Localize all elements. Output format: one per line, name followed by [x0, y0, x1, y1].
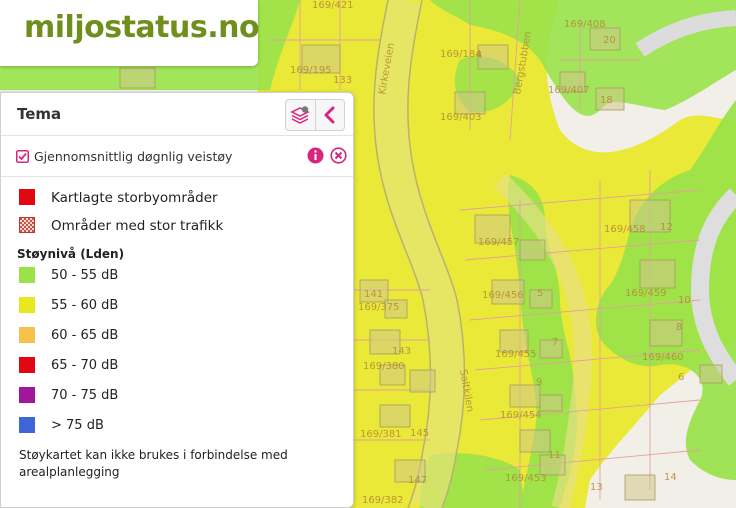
address-label: 5: [537, 288, 543, 299]
address-label: 169/457: [478, 237, 520, 248]
legend-label: Områder med stor trafikk: [51, 218, 224, 234]
address-label: 169/453: [505, 473, 547, 484]
active-layer-row: Gjennomsnittlig døgnlig veistøy: [1, 136, 353, 177]
address-label: 169/455: [495, 349, 537, 360]
address-label: 169/382: [362, 495, 404, 506]
logo-box[interactable]: miljostatus.no: [0, 0, 260, 66]
address-label: 14: [664, 472, 677, 483]
address-label: 12: [660, 222, 673, 233]
panel-header: Tema: [1, 93, 353, 136]
legend-label: 50 - 55 dB: [51, 268, 119, 283]
theme-panel: Tema Gjennomsnittlig døgnlig veistøy Kar…: [0, 92, 354, 508]
address-label: 9: [536, 377, 542, 388]
address-label: 169/459: [625, 288, 667, 299]
address-label: 169/380: [363, 361, 405, 372]
layers-button[interactable]: [286, 100, 315, 130]
site-logo[interactable]: miljostatus.no: [24, 10, 260, 45]
section-title: Støynivå (Lden): [17, 247, 125, 261]
address-label: 7: [552, 337, 558, 348]
chevron-left-icon: [324, 106, 335, 124]
legend-swatch: [19, 417, 35, 433]
legend-label: 65 - 70 dB: [51, 358, 119, 373]
address-label: 169/375: [358, 302, 400, 313]
address-label: 13: [590, 482, 603, 493]
legend-label: > 75 dB: [51, 418, 104, 433]
address-label: 169/460: [642, 352, 684, 363]
legend-swatch: [19, 327, 35, 343]
layers-icon: [290, 106, 310, 124]
address-label: 145: [410, 428, 429, 439]
layer-checkbox[interactable]: [16, 150, 29, 163]
legend-swatch: [19, 297, 35, 313]
address-label: 141: [364, 289, 383, 300]
address-label: 169/408: [564, 19, 606, 30]
usage-note: Støykartet kan ikke brukes i forbindelse…: [19, 448, 288, 479]
legend-label: 70 - 75 dB: [51, 388, 119, 403]
panel-title: Tema: [17, 105, 62, 123]
address-label: 169/403: [440, 112, 482, 123]
address-label: 20: [603, 35, 616, 46]
legend-swatch: [19, 189, 35, 205]
address-label: 147: [408, 475, 427, 486]
legend-swatch: [19, 387, 35, 403]
address-label: 10: [678, 295, 691, 306]
address-label: 133: [333, 75, 352, 86]
address-label: 18: [600, 95, 613, 106]
address-label: 169/407: [548, 85, 590, 96]
address-label: 169/456: [482, 290, 524, 301]
address-label: 143: [392, 346, 411, 357]
address-label: 6: [678, 372, 684, 383]
remove-layer-icon[interactable]: [330, 147, 347, 164]
address-label: 4: [476, 50, 482, 61]
address-label: 169/454: [500, 410, 542, 421]
legend-swatch-crosshatch: [19, 217, 35, 233]
address-label: 11: [548, 450, 561, 461]
address-label: 169/381: [360, 429, 402, 440]
address-label: 8: [676, 322, 682, 333]
layer-name[interactable]: Gjennomsnittlig døgnlig veistøy: [34, 149, 232, 164]
address-label: 169/195: [290, 65, 332, 76]
legend-swatch: [19, 357, 35, 373]
collapse-panel-button[interactable]: [314, 100, 345, 130]
legend-swatch: [19, 267, 35, 283]
address-label: 169/458: [604, 224, 646, 235]
address-label: 169/421: [312, 0, 354, 11]
legend-label: 55 - 60 dB: [51, 298, 119, 313]
panel-header-buttons: [285, 99, 345, 131]
info-icon[interactable]: [307, 147, 324, 164]
legend-label: 60 - 65 dB: [51, 328, 119, 343]
legend-label: Kartlagte storbyområder: [51, 190, 218, 206]
